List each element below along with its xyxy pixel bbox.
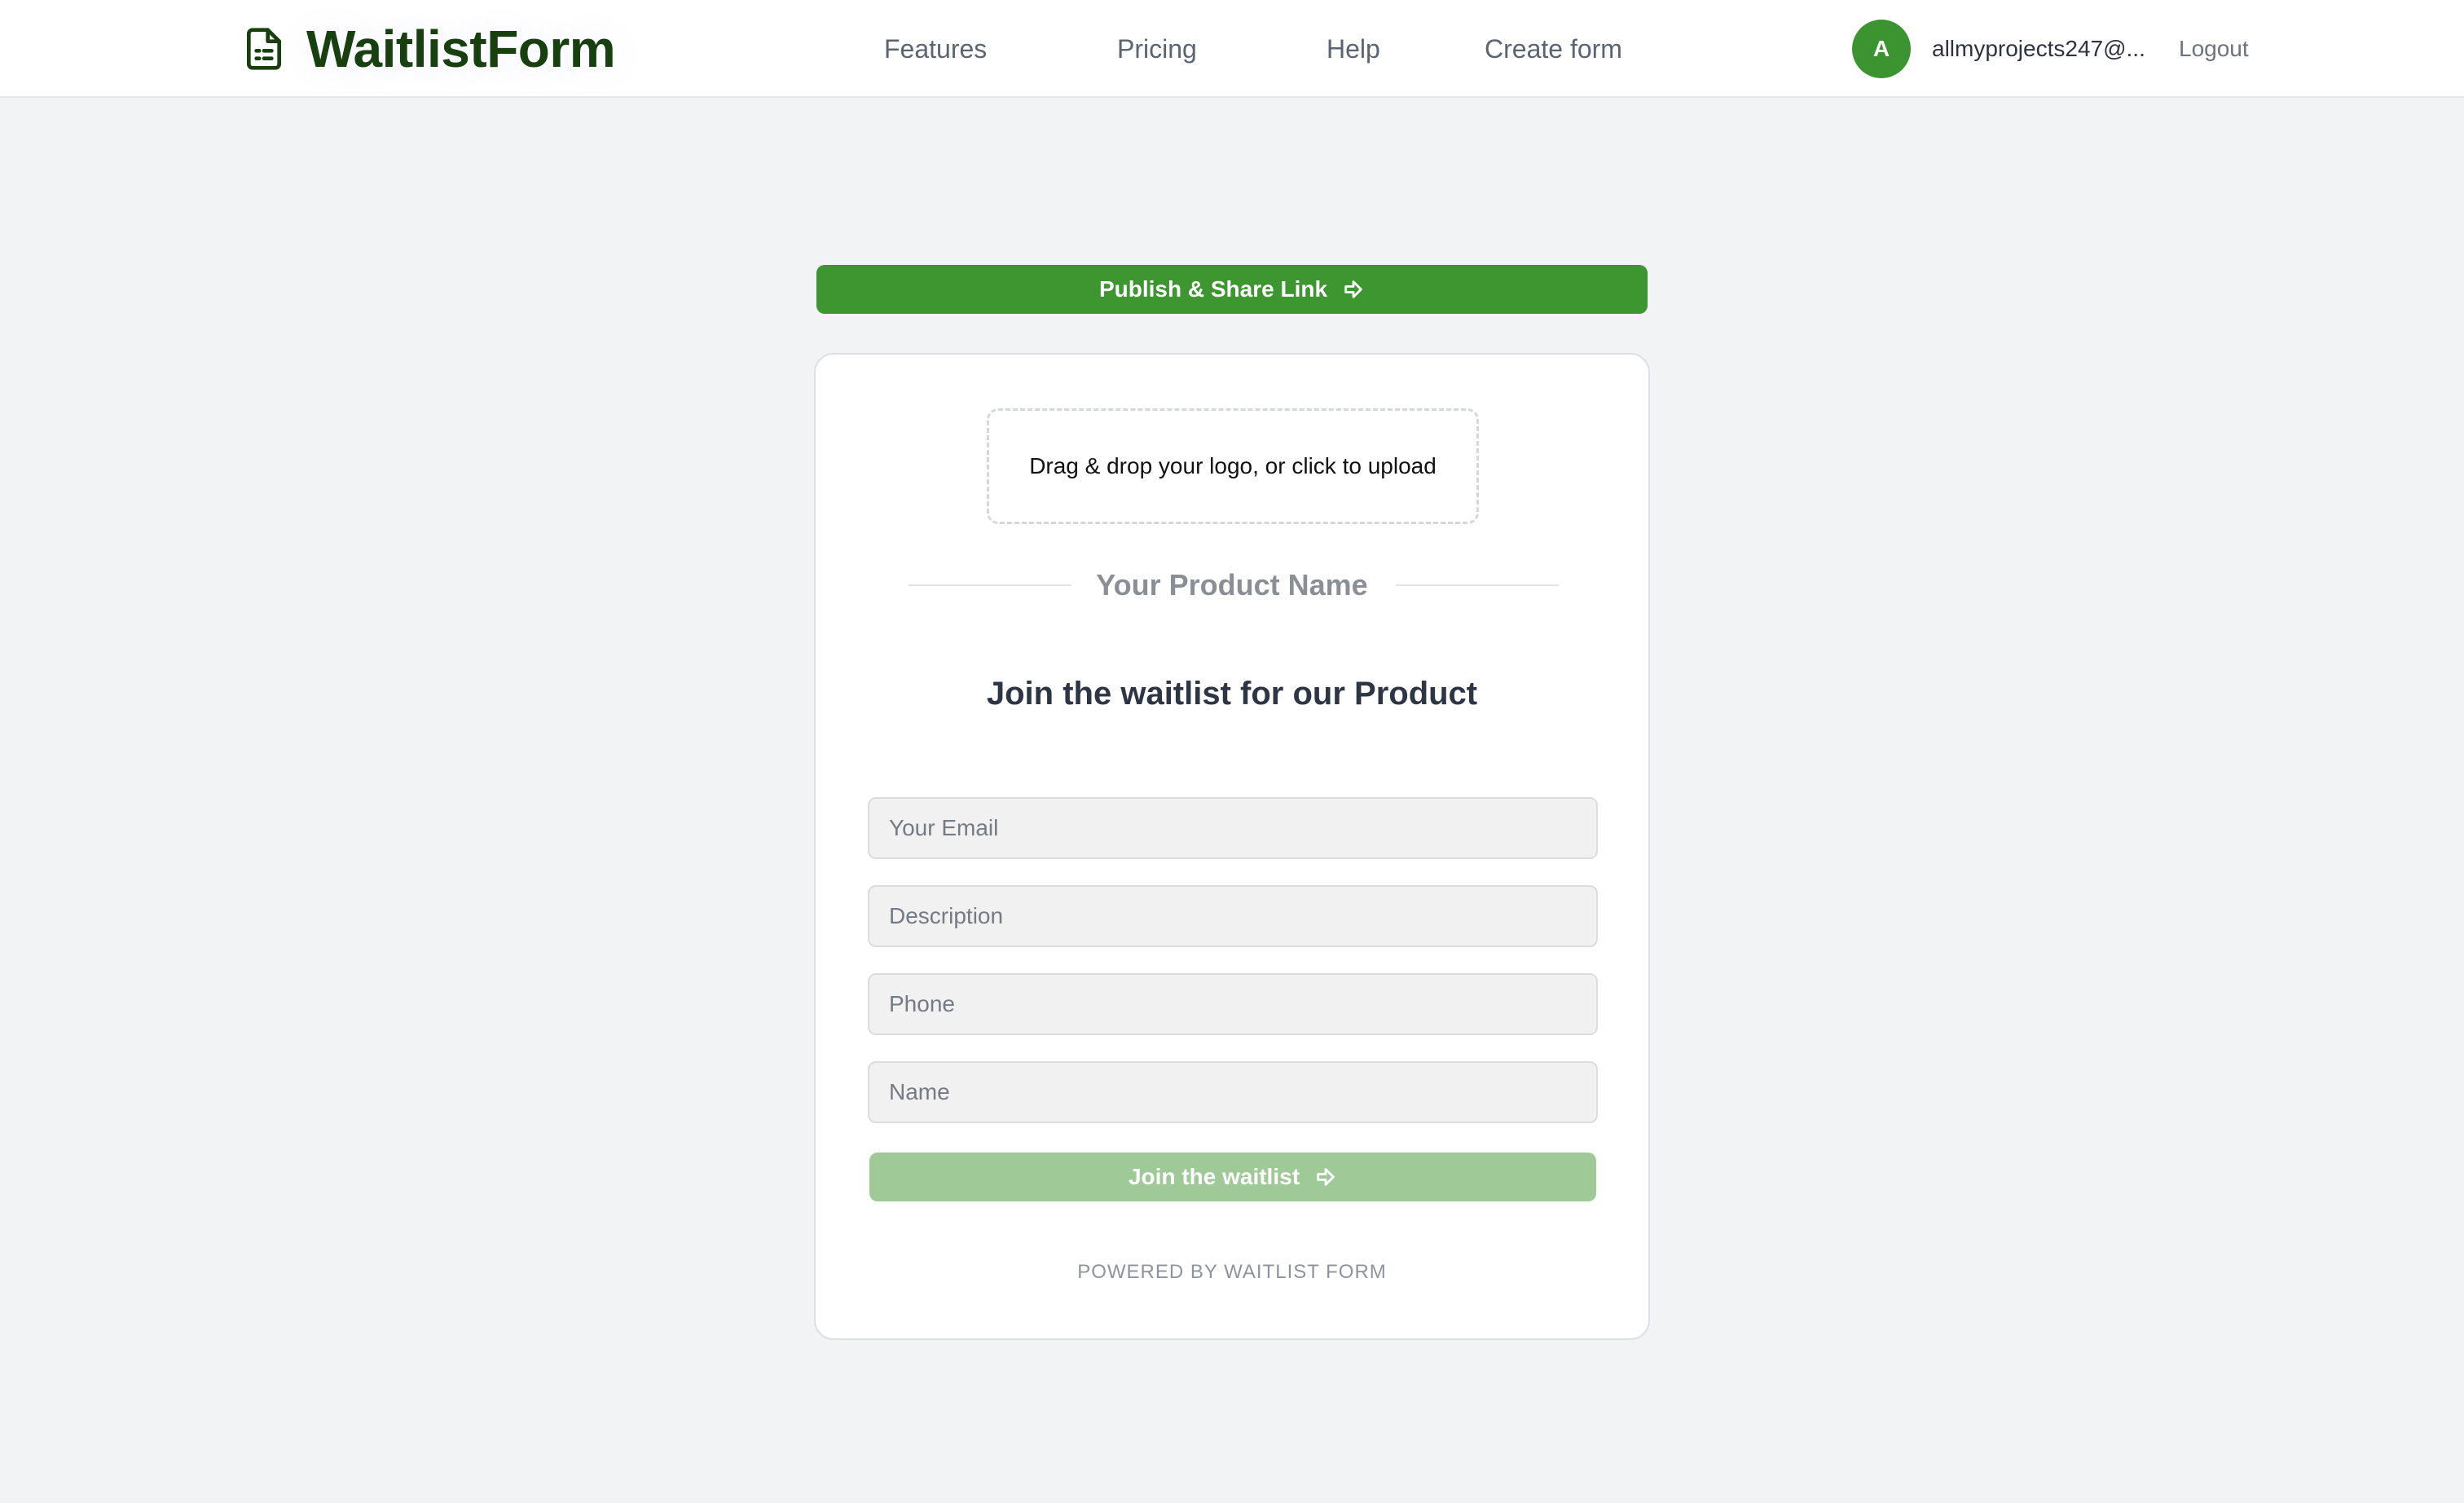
logo-upload-dropzone[interactable]: Drag & drop your logo, or click to uploa… [987, 408, 1479, 524]
upload-instructions: Drag & drop your logo, or click to uploa… [1029, 453, 1437, 478]
waitlist-form-card: Drag & drop your logo, or click to uploa… [814, 353, 1650, 1340]
nav-pricing[interactable]: Pricing [1117, 29, 1197, 68]
description-field[interactable] [868, 885, 1598, 947]
top-navbar: WaitlistForm Features Pricing Help Creat… [0, 0, 2464, 98]
form-headline[interactable]: Join the waitlist for our Product [816, 676, 1648, 712]
brand-name: WaitlistForm [306, 20, 616, 78]
user-email: allmyprojects247@... [1932, 36, 2145, 61]
nav-features[interactable]: Features [884, 29, 987, 68]
product-name[interactable]: Your Product Name [816, 568, 1648, 602]
nav-help[interactable]: Help [1327, 29, 1380, 68]
nav-create-form[interactable]: Create form [1485, 29, 1622, 68]
publish-share-button[interactable]: Publish & Share Link [816, 265, 1648, 314]
powered-by-footer[interactable]: POWERED BY WAITLIST FORM [816, 1261, 1648, 1284]
join-waitlist-button[interactable]: Join the waitlist [869, 1153, 1596, 1201]
avatar[interactable]: A [1852, 20, 1911, 78]
arrow-right-icon [1317, 1168, 1335, 1186]
join-button-label: Join the waitlist [1128, 1164, 1300, 1189]
brand-logo[interactable]: WaitlistForm [241, 15, 616, 83]
phone-field[interactable] [868, 973, 1598, 1035]
email-field[interactable] [868, 797, 1598, 859]
publish-button-label: Publish & Share Link [1098, 276, 1328, 302]
document-icon [247, 28, 281, 70]
logout-link[interactable]: Logout [2179, 33, 2249, 65]
name-field[interactable] [868, 1061, 1598, 1123]
arrow-right-icon [1344, 280, 1362, 298]
